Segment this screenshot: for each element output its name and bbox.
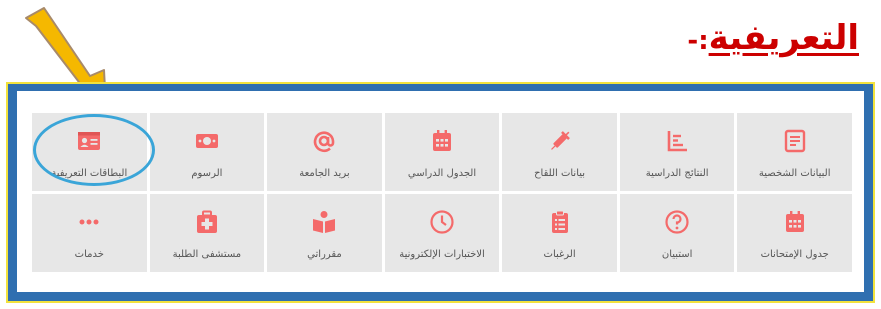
tile-label: الاختبارات الإلكترونية [399,248,485,260]
money-icon [192,126,222,156]
tile-label: بريد الجامعة [299,167,350,179]
clipboard-icon [545,207,575,237]
tile-label: بيانات اللقاح [534,167,586,179]
tile-personal-data[interactable]: البيانات الشخصية [737,113,852,191]
question-icon [662,207,692,237]
tile-services[interactable]: خدمات [32,194,147,272]
services-grid: البيانات الشخصية النتائج الدراسية بيانات… [32,113,852,272]
tile-label: الرسوم [191,167,223,179]
more-dots-icon [74,207,104,237]
tile-exam-schedule[interactable]: جدول الإمتحانات [737,194,852,272]
id-card-icon [74,126,104,156]
vaccine-icon [545,126,575,156]
tile-survey[interactable]: استبيان [619,194,735,272]
tile-label: البيانات الشخصية [758,167,831,179]
heading-title: التعريفية [708,18,859,58]
tile-preferences[interactable]: الرغبات [502,194,617,272]
tile-label: مستشفى الطلبة [172,248,242,260]
heading-separator: :- [687,26,709,56]
section-heading: التعريفية:- [687,16,859,63]
services-panel: البيانات الشخصية النتائج الدراسية بيانات… [17,91,864,292]
tile-my-courses[interactable]: مقرراتي [267,194,382,272]
tile-id-cards[interactable]: البطاقات التعريفية [32,113,147,191]
tile-student-hospital[interactable]: مستشفى الطلبة [149,194,265,272]
medical-kit-icon [192,207,222,237]
tile-label: البطاقات التعريفية [51,167,128,179]
tile-label: خدمات [74,248,104,260]
results-chart-icon [662,126,692,156]
tile-class-schedule[interactable]: الجدول الدراسي [384,113,500,191]
tile-label: جدول الإمتحانات [760,248,829,260]
services-frame: البيانات الشخصية النتائج الدراسية بيانات… [6,82,875,303]
personal-data-icon [780,126,810,156]
tile-university-mail[interactable]: بريد الجامعة [267,113,382,191]
tile-label: الجدول الدراسي [407,167,477,179]
tile-online-exams[interactable]: الاختبارات الإلكترونية [384,194,500,272]
tile-label: مقرراتي [307,248,342,260]
clock-icon [427,207,457,237]
calendar-icon [427,126,457,156]
exam-calendar-icon [780,207,810,237]
tile-fees[interactable]: الرسوم [149,113,265,191]
tile-academic-results[interactable]: النتائج الدراسية [619,113,735,191]
tile-vaccine-data[interactable]: بيانات اللقاح [502,113,617,191]
tile-label: النتائج الدراسية [645,167,709,179]
tile-label: الرغبات [543,248,576,260]
book-reader-icon [309,207,339,237]
at-mail-icon [309,126,339,156]
tile-label: استبيان [661,248,693,260]
